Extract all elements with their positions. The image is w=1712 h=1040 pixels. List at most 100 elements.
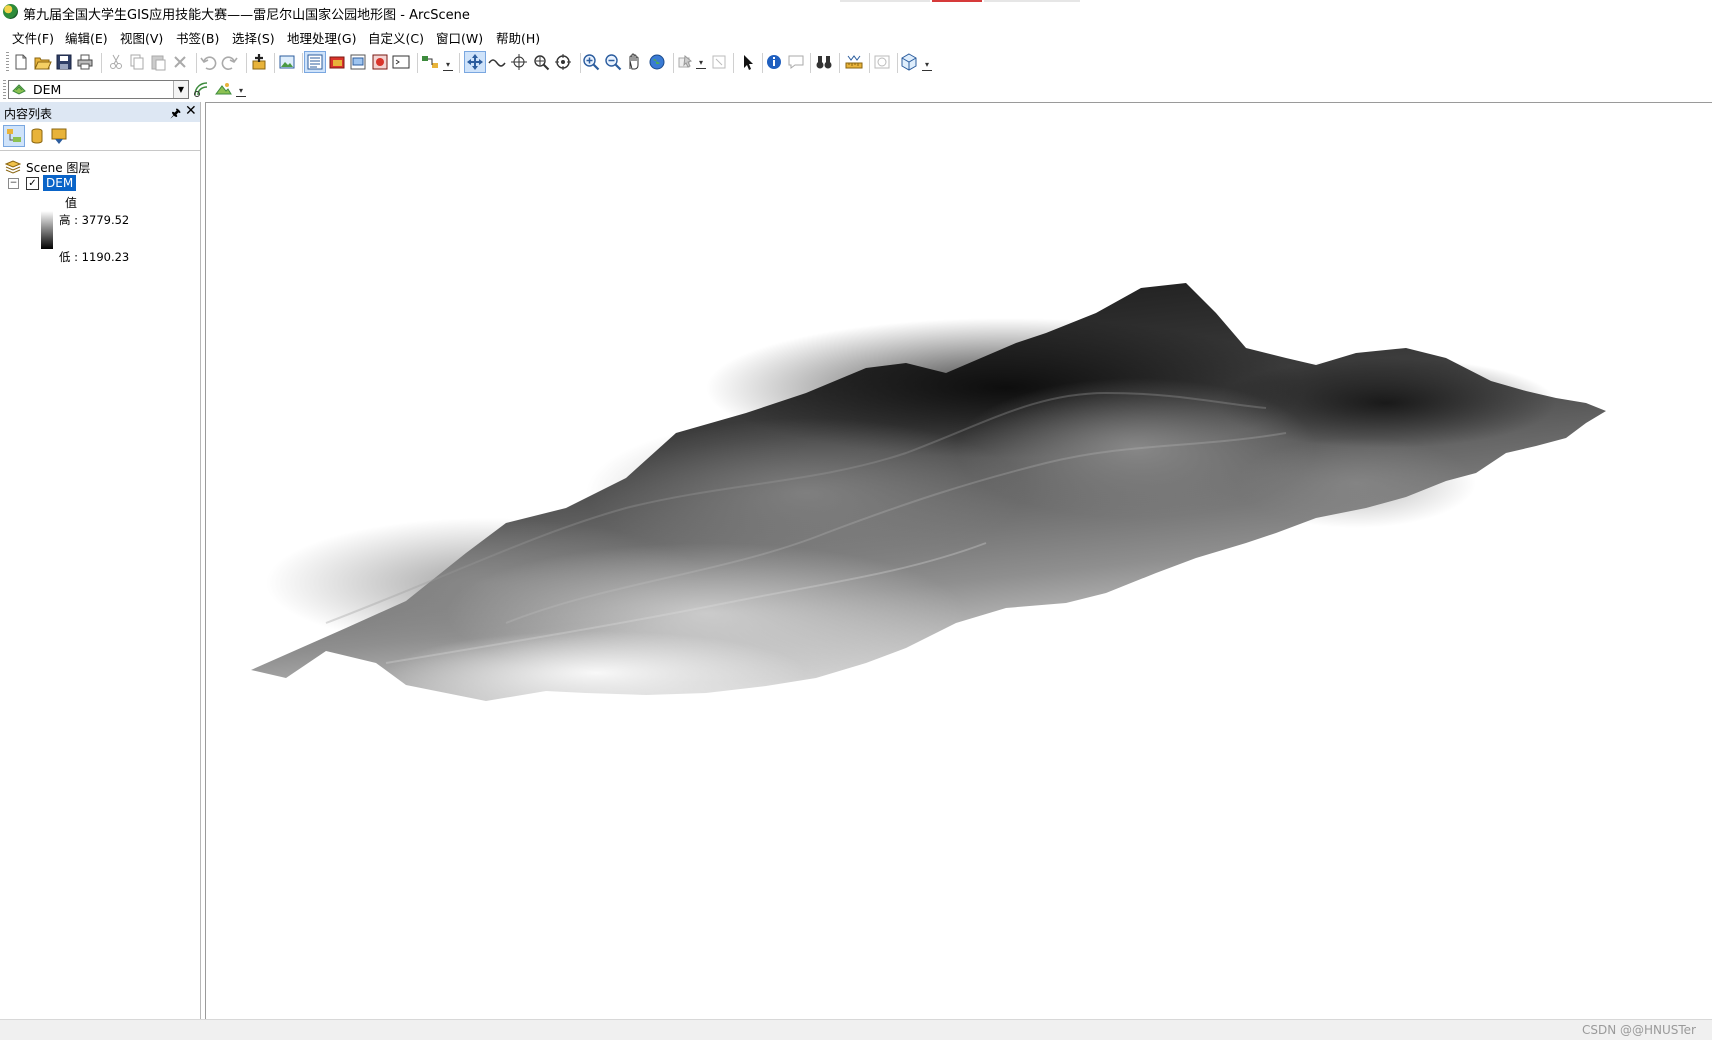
paste-icon[interactable] bbox=[148, 52, 168, 72]
toolbar-separator bbox=[459, 53, 460, 73]
menu-file[interactable]: 文件(F) bbox=[12, 28, 54, 47]
search-window-icon[interactable] bbox=[370, 52, 390, 72]
copy-icon[interactable] bbox=[127, 52, 147, 72]
chevron-down-icon[interactable]: ▼ bbox=[173, 81, 188, 98]
select-features-icon[interactable] bbox=[676, 52, 696, 72]
clear-selection-icon[interactable] bbox=[709, 52, 729, 72]
center-on-target-icon[interactable] bbox=[509, 52, 529, 72]
zoom-in-icon[interactable] bbox=[581, 52, 601, 72]
toolbar-overflow-dropdown-2[interactable]: ▾ bbox=[922, 60, 932, 71]
toolbar-separator bbox=[417, 53, 418, 73]
toc-window-icon[interactable] bbox=[304, 51, 326, 73]
add-image-icon[interactable] bbox=[277, 52, 297, 72]
scene-layers-label: Scene 图层 bbox=[26, 161, 91, 175]
delete-icon[interactable] bbox=[170, 52, 190, 72]
set-observer-icon[interactable] bbox=[553, 52, 573, 72]
title-bar: 第九届全国大学生GIS应用技能大赛——雷尼尔山国家公园地形图 - ArcScen… bbox=[0, 0, 1712, 24]
menu-bar: 文件(F) 编辑(E) 视图(V) 书签(B) 选择(S) 地理处理(G) 自定… bbox=[0, 24, 1712, 48]
scene-view-3d[interactable] bbox=[205, 102, 1712, 1020]
arcscene-app-icon bbox=[3, 4, 18, 19]
layer-dropdown-value: DEM bbox=[33, 82, 62, 97]
watermark-text: CSDN @@HNUSTer bbox=[1581, 1023, 1696, 1037]
status-bar: CSDN @@HNUSTer bbox=[0, 1019, 1712, 1040]
menu-customize[interactable]: 自定义(C) bbox=[368, 28, 424, 47]
python-window-icon[interactable] bbox=[391, 52, 411, 72]
layers-stack-icon bbox=[5, 160, 21, 174]
layer-transparency-icon[interactable] bbox=[191, 79, 211, 99]
fly-icon[interactable] bbox=[487, 52, 507, 72]
navigate-icon[interactable] bbox=[464, 51, 486, 73]
select-features-dropdown[interactable]: ▾ bbox=[696, 58, 706, 69]
zoom-out-icon[interactable] bbox=[603, 52, 623, 72]
toolbar-separator bbox=[733, 53, 734, 73]
close-icon[interactable]: ✕ bbox=[185, 103, 197, 119]
menu-help[interactable]: 帮助(H) bbox=[496, 28, 540, 47]
toolbar-separator bbox=[302, 53, 303, 73]
list-by-drawing-order-icon[interactable] bbox=[3, 125, 25, 147]
identify-icon[interactable] bbox=[764, 52, 784, 72]
toolbar-separator bbox=[839, 53, 840, 73]
toolbar-grip[interactable] bbox=[6, 52, 9, 72]
legend-high-value: 高 : 3779.52 bbox=[59, 213, 130, 227]
find-binoculars-icon[interactable] bbox=[814, 52, 834, 72]
toolbar-separator bbox=[897, 53, 898, 73]
toolbar-separator bbox=[869, 53, 870, 73]
menu-bookmarks[interactable]: 书签(B) bbox=[176, 28, 219, 47]
redo-icon[interactable] bbox=[220, 52, 240, 72]
layer-visibility-checkbox[interactable]: ✓ bbox=[26, 177, 39, 190]
open-folder-icon[interactable] bbox=[32, 52, 52, 72]
table-of-contents-panel: 内容列表 🖈 ✕ Scene 图层 − ✓ DEM 值 高 : 3779.52 … bbox=[0, 102, 201, 1019]
menu-edit[interactable]: 编辑(E) bbox=[65, 28, 108, 47]
list-by-visibility-icon[interactable] bbox=[49, 126, 69, 146]
standard-toolbar: ▾ ▾ ▾ bbox=[0, 48, 1712, 78]
toolbar-grip[interactable] bbox=[3, 80, 6, 100]
title-accent-line bbox=[840, 0, 930, 2]
toolbar-separator bbox=[274, 53, 275, 73]
html-popup-icon[interactable] bbox=[786, 52, 806, 72]
undo-icon[interactable] bbox=[198, 52, 218, 72]
list-by-source-icon[interactable] bbox=[27, 126, 47, 146]
save-icon[interactable] bbox=[54, 52, 74, 72]
layer-name-dem[interactable]: DEM bbox=[43, 175, 77, 191]
menu-view[interactable]: 视图(V) bbox=[120, 28, 163, 47]
menu-geoprocessing[interactable]: 地理处理(G) bbox=[287, 28, 356, 47]
dem-terrain-surface bbox=[251, 283, 1606, 715]
title-accent-line-red bbox=[932, 0, 982, 2]
toc-view-toolbar bbox=[0, 122, 200, 151]
toc-title: 内容列表 bbox=[4, 107, 53, 121]
measure-icon[interactable] bbox=[844, 52, 864, 72]
toolbar-overflow-dropdown-3[interactable]: ▾ bbox=[236, 86, 246, 97]
print-icon[interactable] bbox=[75, 52, 95, 72]
menu-windows[interactable]: 窗口(W) bbox=[436, 28, 483, 47]
legend-heading: 值 bbox=[65, 196, 78, 210]
window-title: 第九届全国大学生GIS应用技能大赛——雷尼尔山国家公园地形图 - ArcScen… bbox=[23, 8, 470, 23]
toolbar-separator bbox=[246, 53, 247, 73]
pan-hand-icon[interactable] bbox=[624, 52, 644, 72]
select-elements-arrow-icon[interactable] bbox=[738, 52, 758, 72]
zoom-to-target-icon[interactable] bbox=[531, 52, 551, 72]
3d-effects-toolbar: ▾ bbox=[0, 78, 1712, 102]
time-slider-icon[interactable] bbox=[872, 52, 892, 72]
toolbar-separator bbox=[673, 53, 674, 73]
legend-color-ramp bbox=[41, 211, 53, 249]
toolbar-separator bbox=[101, 53, 102, 73]
catalog-icon[interactable] bbox=[348, 52, 368, 72]
toolbar-separator bbox=[196, 53, 197, 73]
layer-dropdown[interactable]: DEM ▼ bbox=[8, 80, 189, 99]
layer-face-culling-icon[interactable] bbox=[213, 79, 233, 99]
scene-properties-icon[interactable] bbox=[899, 52, 919, 72]
toc-layer-tree: Scene 图层 − ✓ DEM 值 高 : 3779.52 低 : 1190.… bbox=[0, 150, 199, 1019]
new-document-icon[interactable] bbox=[11, 52, 31, 72]
toolbar-overflow-dropdown[interactable]: ▾ bbox=[443, 60, 453, 71]
toc-header: 内容列表 🖈 ✕ bbox=[0, 102, 200, 122]
arctoolbox-icon[interactable] bbox=[327, 52, 347, 72]
collapse-toggle-icon[interactable]: − bbox=[8, 178, 19, 189]
title-accent-line-grey bbox=[984, 0, 1080, 2]
model-builder-icon[interactable] bbox=[420, 52, 440, 72]
add-data-icon[interactable] bbox=[249, 52, 269, 72]
raster-layer-icon bbox=[12, 84, 26, 95]
menu-selection[interactable]: 选择(S) bbox=[232, 28, 275, 47]
full-extent-globe-icon[interactable] bbox=[647, 52, 667, 72]
legend-low-value: 低 : 1190.23 bbox=[59, 250, 130, 264]
cut-icon[interactable] bbox=[106, 52, 126, 72]
